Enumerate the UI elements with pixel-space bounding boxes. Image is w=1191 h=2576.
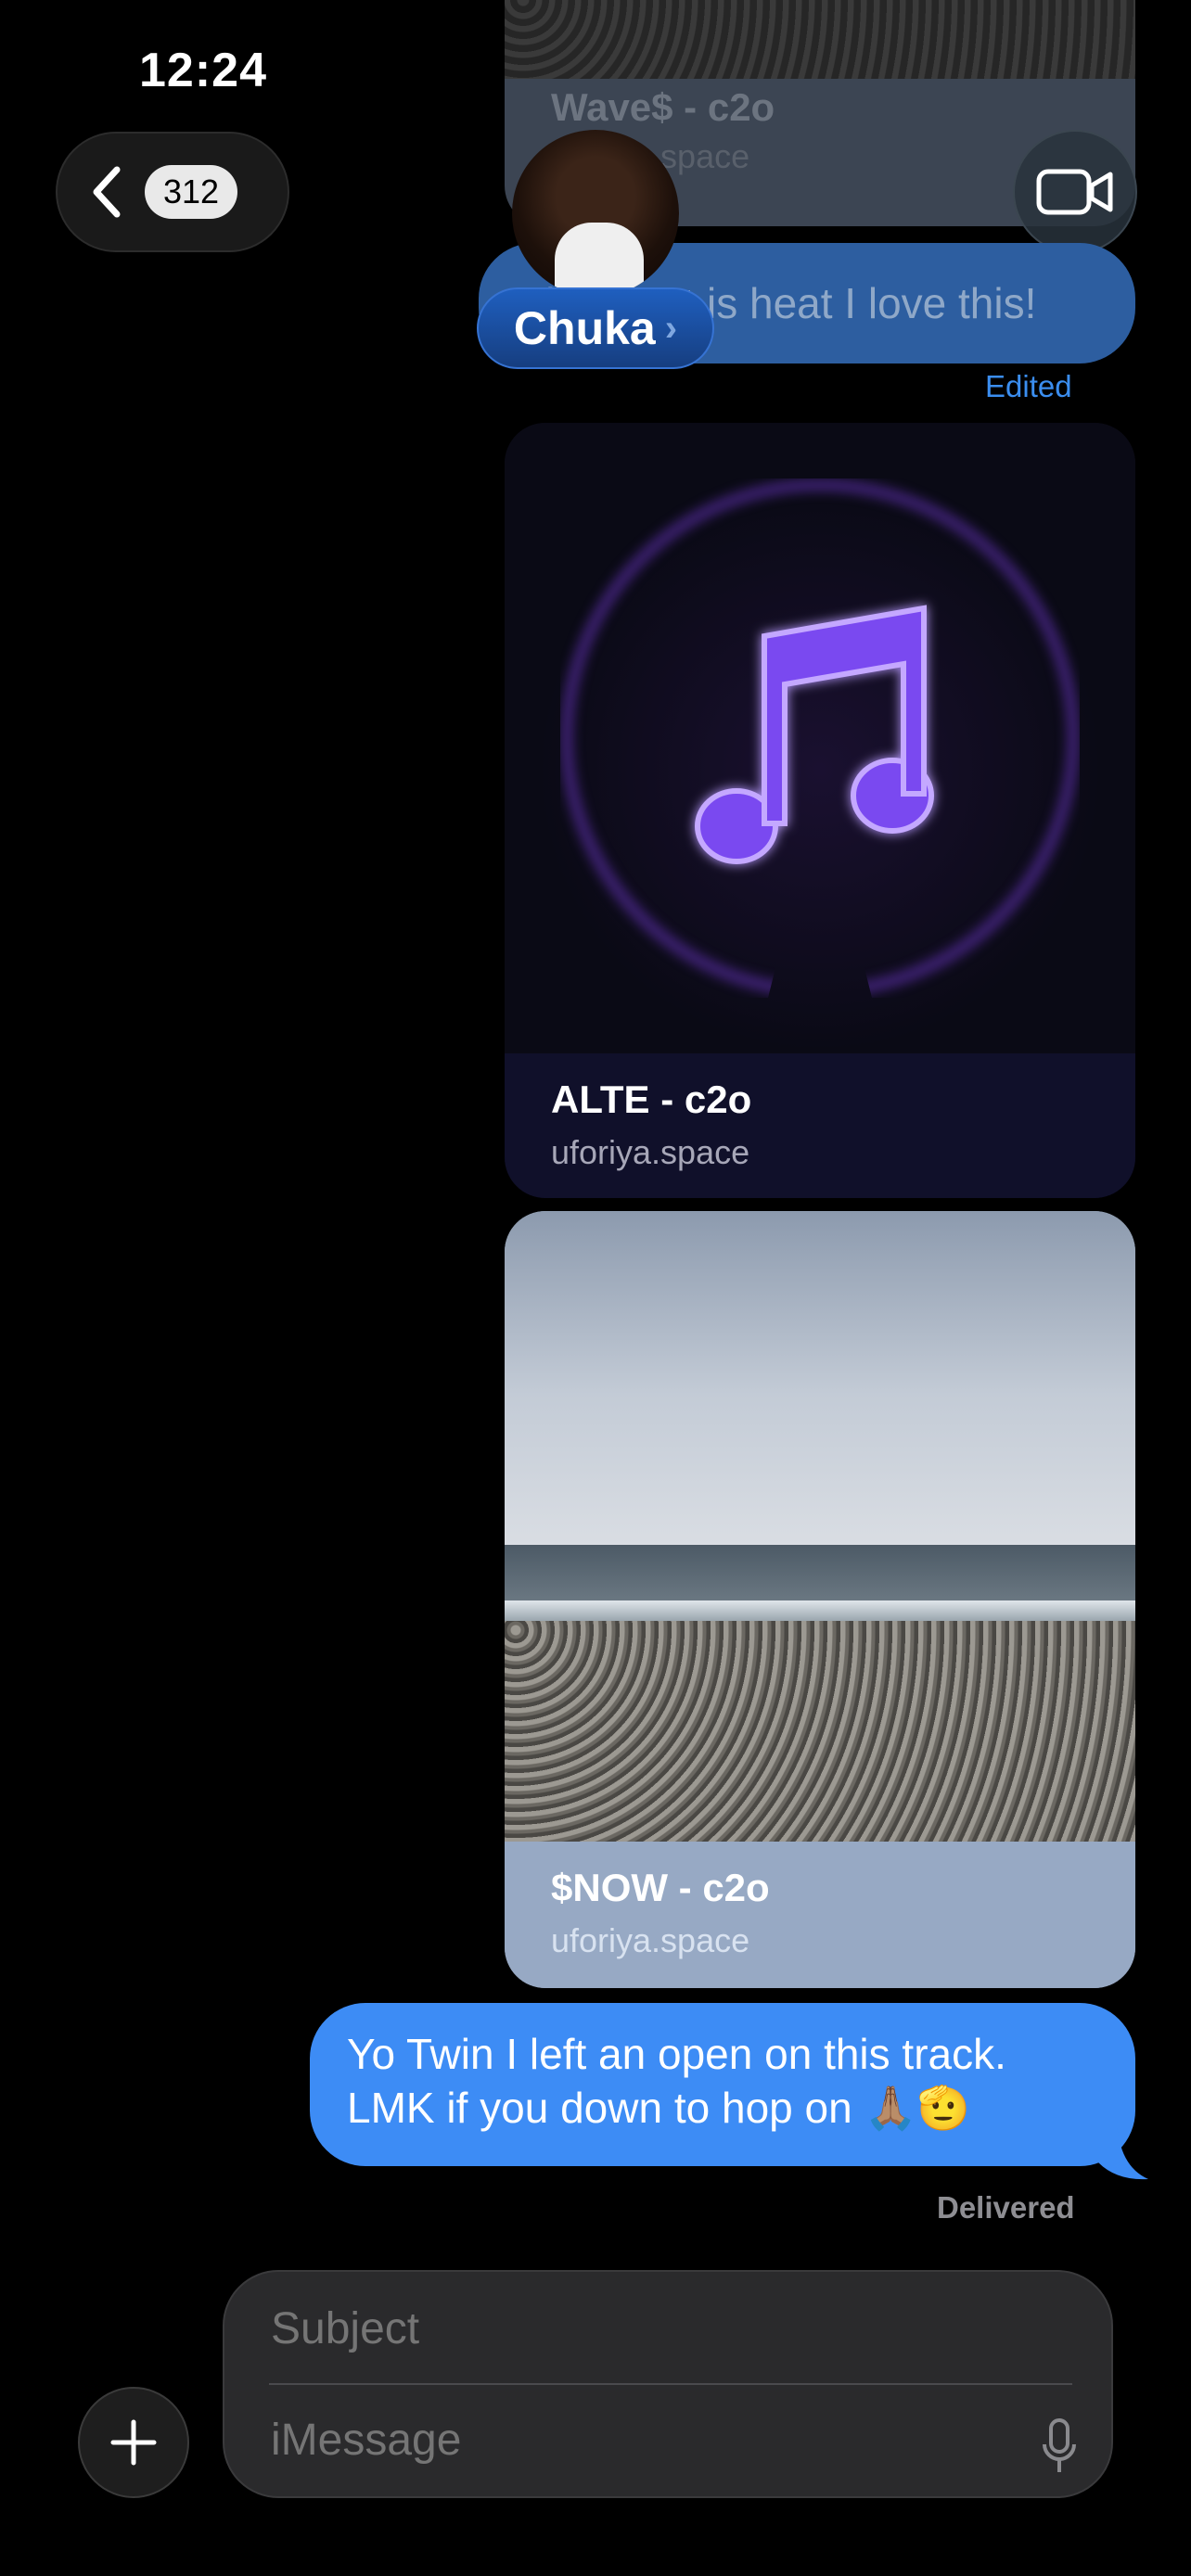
link-preview-card-music[interactable]: ALTE - c2o uforiya.space	[505, 423, 1135, 1198]
chevron-left-icon	[93, 166, 121, 218]
video-camera-icon	[1036, 169, 1113, 215]
music-note-icon	[695, 605, 934, 864]
message-line: LMK if you down to hop on 🙏🏽🫡	[347, 2084, 971, 2132]
microphone-icon[interactable]	[1041, 2418, 1078, 2478]
bubble-tail	[1098, 2120, 1148, 2180]
facetime-video-button[interactable]	[1013, 130, 1137, 254]
card-footer: $NOW - c2o uforiya.space	[505, 1842, 1135, 1988]
back-button[interactable]: 312	[56, 132, 289, 252]
edited-label[interactable]: Edited	[985, 369, 1072, 404]
card-footer: ALTE - c2o uforiya.space	[505, 1053, 1135, 1198]
avatar-photo-detail	[555, 223, 644, 297]
link-preview-card-beach[interactable]: $NOW - c2o uforiya.space	[505, 1211, 1135, 1988]
card-title: $NOW - c2o	[551, 1866, 770, 1909]
card-image	[505, 423, 1135, 1053]
card-domain: uforiya.space	[551, 1921, 750, 1959]
chevron-right-icon: ›	[664, 307, 678, 349]
contact-name-button[interactable]: Chuka ›	[477, 287, 714, 369]
contact-name: Chuka	[513, 302, 656, 354]
compose-box	[223, 2270, 1113, 2498]
contact-avatar[interactable]	[512, 130, 679, 297]
subject-input[interactable]	[271, 2303, 1050, 2354]
message-input[interactable]	[271, 2415, 976, 2466]
delivered-status: Delivered	[937, 2190, 1075, 2225]
compose-divider	[269, 2383, 1072, 2385]
plus-icon	[110, 2419, 157, 2466]
card-image	[505, 0, 1135, 79]
card-domain: uforiya.space	[551, 1133, 750, 1171]
unread-count-badge: 312	[145, 165, 238, 219]
card-title: ALTE - c2o	[551, 1078, 752, 1121]
card-title: Wave$ - c2o	[551, 85, 775, 129]
status-time: 12:24	[139, 44, 267, 97]
add-attachment-button[interactable]	[78, 2387, 189, 2498]
message-line: Yo Twin I left an open on this track.	[347, 2030, 1006, 2078]
message-bubble-outgoing[interactable]: Yo Twin I left an open on this track. LM…	[310, 2003, 1135, 2166]
card-image	[505, 1211, 1135, 1842]
